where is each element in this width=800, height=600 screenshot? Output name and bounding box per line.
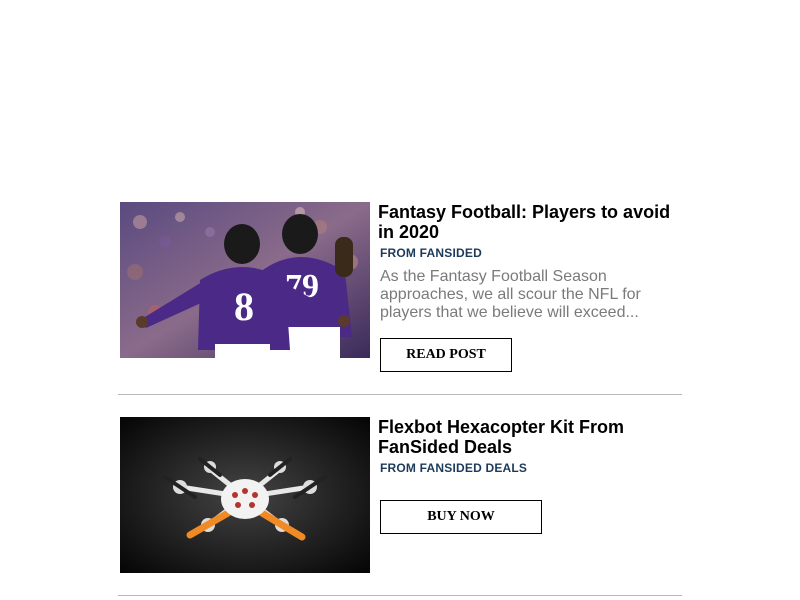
- article-card-hexacopter: Flexbot Hexacopter Kit From FanSided Dea…: [120, 417, 682, 577]
- article-card-fantasy: 79 8 Fantasy Football: Players to avoid …: [120, 202, 682, 382]
- divider: [118, 394, 682, 395]
- article-source: FROM FANSIDED DEALS: [380, 461, 528, 475]
- article-body: Flexbot Hexacopter Kit From FanSided Dea…: [378, 417, 678, 475]
- football-players-photo[interactable]: 79 8: [120, 202, 370, 358]
- divider: [118, 595, 682, 596]
- article-title[interactable]: Fantasy Football: Players to avoid in 20…: [378, 202, 678, 242]
- article-source: FROM FANSIDED: [380, 246, 482, 260]
- jersey-number-8: 8: [234, 284, 254, 329]
- article-title[interactable]: Flexbot Hexacopter Kit From FanSided Dea…: [378, 417, 678, 457]
- buy-now-button[interactable]: BUY NOW: [380, 500, 542, 534]
- article-body: Fantasy Football: Players to avoid in 20…: [378, 202, 678, 322]
- hexacopter-drone-photo[interactable]: [120, 417, 370, 573]
- article-excerpt: As the Fantasy Football Season approache…: [380, 268, 641, 321]
- read-post-button[interactable]: READ POST: [380, 338, 512, 372]
